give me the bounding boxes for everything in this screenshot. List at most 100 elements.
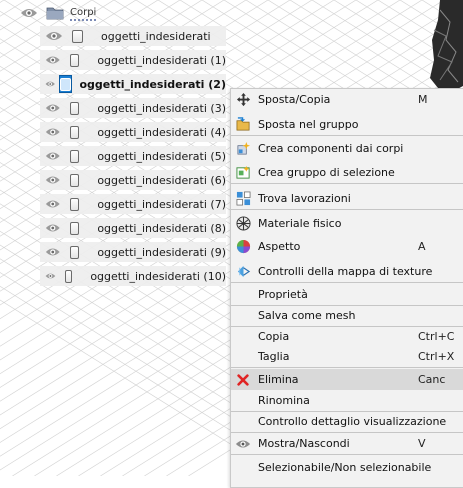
- move-to-group-icon: [235, 117, 251, 133]
- eye-icon[interactable]: [45, 102, 61, 114]
- menu-item-crea-gruppo-di-selezione[interactable]: Crea gruppo di selezione: [231, 162, 463, 183]
- body-icon: [64, 269, 73, 283]
- texture-map-icon: [235, 264, 251, 280]
- tree-item-body[interactable]: oggetti_indesiderati (9): [40, 242, 226, 262]
- tree-item-body[interactable]: oggetti_indesiderati (5): [40, 146, 226, 166]
- eye-icon[interactable]: [45, 54, 61, 66]
- menu-item-label: Sposta/Copia: [258, 93, 331, 106]
- eye-icon[interactable]: [45, 126, 61, 138]
- menu-item-proprieta[interactable]: Proprietà: [231, 284, 463, 305]
- tree-item-label: oggetti_indesiderati (4): [97, 125, 226, 139]
- tree-item-label: oggetti_indesiderati (10): [90, 269, 226, 283]
- menu-item-label: Rinomina: [258, 394, 310, 407]
- tree-item-label: oggetti_indesiderati (6): [97, 173, 226, 187]
- body-icon: [69, 197, 80, 211]
- folder-label: Corpi: [70, 6, 97, 21]
- menu-item-label: Mostra/Nascondi: [258, 437, 350, 450]
- menu-item-sposta-nel-gruppo[interactable]: Sposta nel gruppo: [231, 114, 463, 135]
- body-icon: [69, 149, 80, 163]
- menu-item-label: Crea componenti dai corpi: [258, 142, 404, 155]
- tree-item-body[interactable]: oggetti_indesiderati (4): [40, 122, 226, 142]
- menu-item-rinomina[interactable]: Rinomina: [231, 390, 463, 411]
- menu-item-materiale-fisico[interactable]: Materiale fisico: [231, 213, 463, 234]
- tree-item-label: oggetti_indesiderati: [101, 29, 211, 43]
- eye-icon[interactable]: [45, 30, 63, 42]
- menu-item-sposta-copia[interactable]: Sposta/Copia M: [231, 89, 463, 110]
- create-components-icon: [235, 141, 251, 157]
- tree-item-body[interactable]: oggetti_indesiderati: [40, 26, 226, 46]
- move-icon: [235, 92, 251, 108]
- tree-item-body[interactable]: oggetti_indesiderati (7): [40, 194, 226, 214]
- delete-icon: [235, 372, 251, 388]
- body-icon: [72, 29, 83, 43]
- eye-icon[interactable]: [45, 198, 61, 210]
- menu-item-label: Taglia: [258, 350, 290, 363]
- tree-item-label: oggetti_indesiderati (3): [97, 101, 226, 115]
- body-icon: [60, 77, 72, 91]
- tree-item-label: oggetti_indesiderati (8): [97, 221, 226, 235]
- menu-item-mostra-nascondi[interactable]: Mostra/Nascondi V: [231, 433, 463, 454]
- context-menu: Sposta/Copia M Sposta nel gruppo Crea compo…: [230, 88, 463, 488]
- menu-item-label: Elimina: [258, 373, 299, 386]
- tree-item-label: oggetti_indesiderati (7): [97, 197, 226, 211]
- eye-icon[interactable]: [45, 246, 61, 258]
- tree-item-label: oggetti_indesiderati (9): [97, 245, 226, 259]
- menu-item-elimina[interactable]: Elimina Canc: [231, 369, 463, 390]
- tree-item-body[interactable]: oggetti_indesiderati (2): [40, 74, 226, 94]
- folder-row-corpi[interactable]: Corpi: [20, 3, 97, 23]
- menu-item-shortcut: Ctrl+C: [418, 330, 455, 343]
- menu-separator: [231, 367, 463, 368]
- tree-item-label: oggetti_indesiderati (1): [97, 53, 226, 67]
- menu-item-shortcut: Canc: [418, 373, 446, 386]
- menu-separator: [231, 282, 463, 283]
- menu-item-label: Salva come mesh: [258, 309, 356, 322]
- menu-item-copia[interactable]: Copia Ctrl+C: [231, 326, 463, 347]
- eye-icon[interactable]: [45, 270, 56, 282]
- menu-item-salva-come-mesh[interactable]: Salva come mesh: [231, 305, 463, 326]
- menu-item-crea-componenti-dai-corpi[interactable]: Crea componenti dai corpi: [231, 138, 463, 159]
- menu-item-controllo-dettaglio-visualizzazione[interactable]: Controllo dettaglio visualizzazione: [231, 411, 463, 432]
- menu-item-label: Materiale fisico: [258, 217, 342, 230]
- menu-separator: [231, 454, 463, 455]
- folder-icon: [46, 7, 64, 20]
- menu-item-shortcut: M: [418, 93, 428, 106]
- menu-item-label: Crea gruppo di selezione: [258, 166, 395, 179]
- tree-item-body[interactable]: oggetti_indesiderati (6): [40, 170, 226, 190]
- menu-item-shortcut: A: [418, 240, 426, 253]
- tree-item-body[interactable]: oggetti_indesiderati (10): [40, 266, 226, 286]
- menu-item-shortcut: V: [418, 437, 426, 450]
- eye-icon: [235, 436, 251, 452]
- body-icon-selected: [59, 75, 73, 93]
- menu-item-label: Controlli della mappa di texture: [258, 265, 433, 278]
- body-icon: [69, 53, 80, 67]
- physical-material-icon: [235, 216, 251, 232]
- eye-icon[interactable]: [45, 150, 61, 162]
- menu-item-aspetto[interactable]: Aspetto A: [231, 236, 463, 257]
- tree-item-body[interactable]: oggetti_indesiderati (3): [40, 98, 226, 118]
- menu-item-taglia[interactable]: Taglia Ctrl+X: [231, 346, 463, 367]
- eye-icon[interactable]: [45, 222, 61, 234]
- menu-item-label: Sposta nel gruppo: [258, 118, 359, 131]
- menu-item-label: Proprietà: [258, 288, 308, 301]
- body-icon: [69, 173, 80, 187]
- menu-separator: [231, 135, 463, 136]
- body-icon: [69, 245, 80, 259]
- menu-item-selezionabile-non-selezionabile[interactable]: Selezionabile/Non selezionabile: [231, 457, 463, 478]
- tree-item-body[interactable]: oggetti_indesiderati (8): [40, 218, 226, 238]
- eye-icon[interactable]: [45, 78, 55, 90]
- body-icon: [69, 125, 80, 139]
- eye-icon[interactable]: [20, 7, 38, 19]
- appearance-icon: [235, 239, 251, 255]
- menu-item-label: Aspetto: [258, 240, 301, 253]
- menu-item-trova-lavorazioni[interactable]: Trova lavorazioni: [231, 188, 463, 209]
- eye-icon[interactable]: [45, 174, 61, 186]
- menu-item-label: Copia: [258, 330, 290, 343]
- tree-item-body[interactable]: oggetti_indesiderati (1): [40, 50, 226, 70]
- menu-separator: [231, 209, 463, 210]
- menu-item-shortcut: Ctrl+X: [418, 350, 455, 363]
- body-icon: [69, 101, 80, 115]
- body-icon: [69, 221, 80, 235]
- menu-item-label: Controllo dettaglio visualizzazione: [258, 415, 447, 428]
- tree-item-label: oggetti_indesiderati (5): [97, 149, 226, 163]
- menu-item-controlli-della-mappa-di-texture[interactable]: Controlli della mappa di texture: [231, 261, 463, 282]
